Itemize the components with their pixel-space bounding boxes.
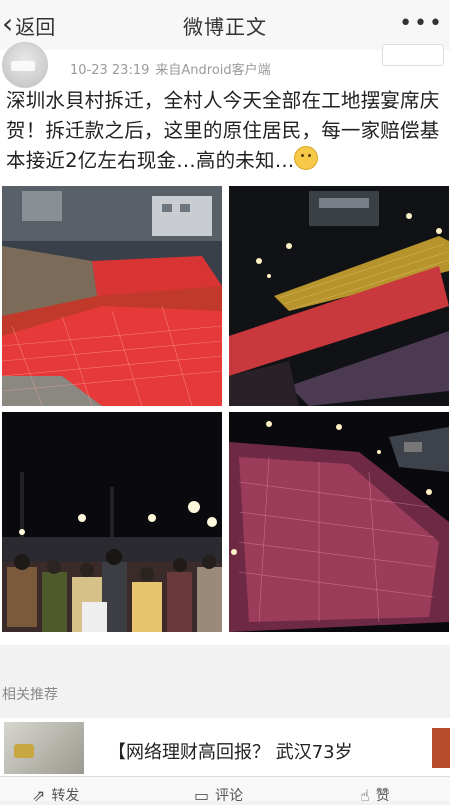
avatar[interactable] (2, 42, 48, 88)
repost-button[interactable]: ⇗ 转发 (32, 785, 79, 805)
back-label: 返回 (15, 14, 56, 39)
photo-4[interactable] (229, 412, 449, 632)
post-timestamp: 10-23 23:19 来自Android客户端 (70, 63, 271, 78)
like-button[interactable]: ☝ 赞 (360, 785, 390, 805)
repost-icon: ⇗ (32, 785, 46, 805)
photo-1[interactable] (2, 186, 222, 406)
related-thumbnail-right (432, 728, 450, 768)
photo-3[interactable] (2, 412, 222, 632)
thumbs-up-icon: ☝ (360, 785, 370, 805)
comment-button[interactable]: ▭ 评论 (194, 785, 243, 805)
comment-icon: ▭ (194, 785, 210, 805)
post-card: 10-23 23:19 来自Android客户端 深圳水貝村拆迁，全村人今天全部在… (0, 42, 450, 645)
chevron-left-icon: ‹ (2, 7, 14, 40)
follow-button[interactable] (382, 44, 444, 66)
post-source: 来自Android客户端 (155, 63, 271, 78)
post-text: 深圳水貝村拆迁，全村人今天全部在工地摆宴席庆贺！拆迁款之后，这里的原住居民，每一… (6, 89, 440, 172)
bottom-action-bar: ⇗ 转发 ▭ 评论 ☝ 赞 (0, 776, 450, 805)
smile-emoji-icon (294, 146, 319, 170)
related-title: 【网络理财高回报？ 武汉73岁 (108, 742, 353, 763)
related-item[interactable]: 【网络理财高回报？ 武汉73岁 (0, 718, 450, 776)
photo-grid (0, 186, 450, 636)
post-meta: 10-23 23:19 来自Android客户端 (0, 42, 450, 88)
related-thumbnail (4, 722, 84, 774)
photo-2[interactable] (229, 186, 449, 406)
related-section-label: 相关推荐 (2, 687, 58, 703)
page-title: 微博正文 (183, 14, 267, 39)
top-nav-bar: ‹ 返回 微博正文 ••• (0, 0, 450, 51)
more-options-icon[interactable]: ••• (399, 11, 444, 36)
